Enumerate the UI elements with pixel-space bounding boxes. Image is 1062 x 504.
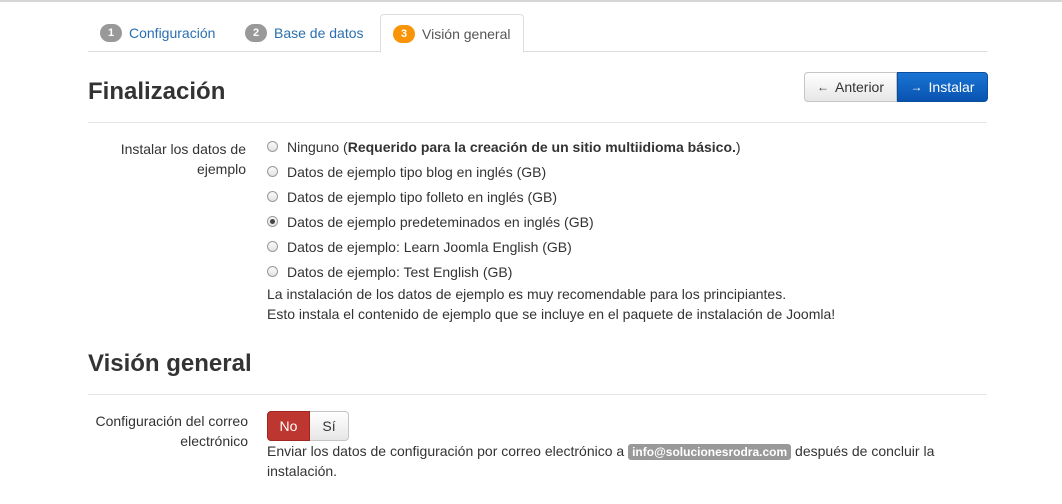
no-button[interactable]: No [267, 411, 310, 441]
sample-option-default[interactable]: Datos de ejemplo predeteminados en inglé… [267, 209, 741, 234]
help-line: La instalación de los datos de ejemplo e… [267, 286, 787, 302]
radio-button[interactable] [267, 141, 278, 152]
option-label: Datos de ejemplo tipo blog en inglés (GB… [287, 163, 547, 180]
option-label: Datos de ejemplo predeteminados en inglé… [287, 213, 594, 230]
option-label: Ninguno (Requerido para la creación de u… [287, 138, 741, 155]
option-label: Datos de ejemplo: Learn Joomla English (… [287, 238, 572, 255]
sample-option-none[interactable]: Ninguno (Requerido para la creación de u… [267, 134, 741, 159]
radio-button[interactable] [267, 191, 278, 202]
install-button-label: Instalar [928, 79, 975, 95]
arrow-left-icon: ← [816, 80, 829, 94]
sample-data-label: Instalar los datos de ejemplo [120, 141, 246, 177]
window-top-border [0, 0, 1062, 2]
option-label: Datos de ejemplo tipo folleto en inglés … [287, 188, 558, 205]
sample-data-options: Ninguno (Requerido para la creación de u… [267, 134, 741, 284]
sample-option-test[interactable]: Datos de ejemplo: Test English (GB) [267, 259, 741, 284]
radio-button[interactable] [267, 241, 278, 252]
email-help-prefix: Enviar los datos de configuración por co… [267, 443, 625, 459]
tab-vision-general[interactable]: 3 Visión general [380, 14, 525, 53]
install-button[interactable]: → Instalar [897, 72, 988, 102]
step-number-badge: 1 [100, 24, 122, 42]
radio-button-checked[interactable] [267, 216, 278, 227]
tab-label: Base de datos [274, 25, 364, 41]
email-badge: info@solucionesrodra.com [628, 444, 792, 460]
divider [88, 122, 987, 123]
tab-base-de-datos[interactable]: 2 Base de datos [245, 14, 364, 52]
yes-button[interactable]: Sí [310, 411, 349, 441]
section-title-vision-general: Visión general [88, 350, 252, 377]
install-steps-tabs: 1 Configuración 2 Base de datos 3 Visión… [88, 14, 987, 53]
radio-button[interactable] [267, 266, 278, 277]
sample-option-brochure[interactable]: Datos de ejemplo tipo folleto en inglés … [267, 184, 741, 209]
previous-button[interactable]: ← Anterior [804, 72, 897, 102]
tab-label: Visión general [422, 25, 511, 42]
sample-option-blog[interactable]: Datos de ejemplo tipo blog en inglés (GB… [267, 159, 741, 184]
section-title-finalizacion: Finalización [88, 78, 226, 105]
email-help: Enviar los datos de configuración por co… [267, 441, 967, 481]
step-number-badge: 2 [245, 24, 267, 42]
previous-button-label: Anterior [834, 79, 885, 95]
radio-button[interactable] [267, 166, 278, 177]
step-number-badge: 3 [393, 24, 415, 43]
option-label: Datos de ejemplo: Test English (GB) [287, 263, 513, 280]
arrow-right-icon: → [910, 80, 923, 94]
email-config-toggle: No Sí [267, 411, 349, 441]
email-config-label: Configuración del correo electrónico [95, 413, 248, 449]
help-line: Esto instala el contenido de ejemplo que… [267, 306, 836, 322]
tab-label: Configuración [129, 25, 216, 41]
tab-configuracion[interactable]: 1 Configuración [100, 14, 215, 52]
sample-data-help: La instalación de los datos de ejemplo e… [267, 284, 835, 324]
divider [88, 394, 987, 395]
sample-option-learn[interactable]: Datos de ejemplo: Learn Joomla English (… [267, 234, 741, 259]
